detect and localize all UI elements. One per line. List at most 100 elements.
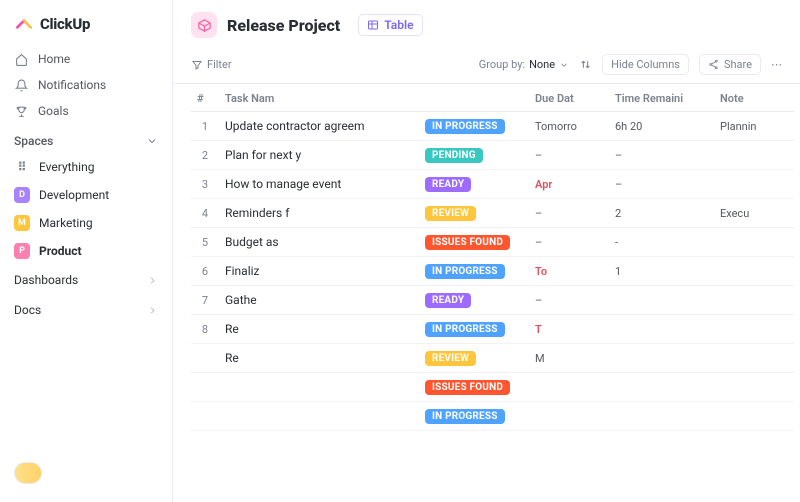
cell-notes[interactable] xyxy=(714,257,794,286)
hide-columns-button[interactable]: Hide Columns xyxy=(602,54,689,75)
cell-time-remaining[interactable] xyxy=(609,402,714,431)
tasks-table: # Task Nam Due Dat Time Remaini Note 1Up… xyxy=(191,84,794,431)
cell-task-name[interactable]: Plan for next y xyxy=(219,141,419,170)
cell-status[interactable]: ISSUES FOUND xyxy=(419,373,529,402)
cell-status[interactable]: ISSUES FOUND xyxy=(419,228,529,257)
brand-logo[interactable]: ClickUp xyxy=(0,8,172,46)
cell-notes[interactable] xyxy=(714,170,794,199)
cell-time-remaining[interactable] xyxy=(609,315,714,344)
cell-task-name[interactable] xyxy=(219,402,419,431)
table-row[interactable]: 4Reminders fREVIEW–2Execu xyxy=(191,199,794,228)
table-row[interactable]: 8ReIN PROGRESST xyxy=(191,315,794,344)
cell-task-name[interactable]: Reminders f xyxy=(219,199,419,228)
share-button[interactable]: Share xyxy=(699,54,761,75)
spaces-header[interactable]: Spaces xyxy=(0,124,172,153)
cell-task-name[interactable]: Re xyxy=(219,315,419,344)
cell-due-date[interactable]: M xyxy=(529,344,609,373)
cell-status[interactable]: IN PROGRESS xyxy=(419,257,529,286)
table-row[interactable]: ISSUES FOUND xyxy=(191,373,794,402)
cell-notes[interactable] xyxy=(714,402,794,431)
cell-notes[interactable] xyxy=(714,141,794,170)
cell-task-name[interactable]: Finaliz xyxy=(219,257,419,286)
sort-icon xyxy=(579,58,592,71)
nav-home[interactable]: Home xyxy=(0,46,172,72)
cell-status[interactable]: IN PROGRESS xyxy=(419,112,529,141)
table-row[interactable]: IN PROGRESS xyxy=(191,402,794,431)
cell-due-date[interactable]: – xyxy=(529,228,609,257)
cell-due-date[interactable]: T xyxy=(529,315,609,344)
nav-dashboards-label: Dashboards xyxy=(14,273,78,287)
avatar-stack[interactable] xyxy=(14,462,42,484)
cell-task-name[interactable]: How to manage event xyxy=(219,170,419,199)
nav-dashboards[interactable]: Dashboards xyxy=(0,265,172,295)
cell-due-date[interactable] xyxy=(529,373,609,402)
cell-time-remaining[interactable]: – xyxy=(609,141,714,170)
cell-due-date[interactable]: – xyxy=(529,286,609,315)
table-row[interactable]: 5Budget asISSUES FOUND–- xyxy=(191,228,794,257)
table-row[interactable]: ReREVIEWM xyxy=(191,344,794,373)
everything-icon: ⠿ xyxy=(14,159,30,175)
cell-time-remaining[interactable]: 6h 20 xyxy=(609,112,714,141)
cell-due-date[interactable] xyxy=(529,402,609,431)
sidebar-space-item[interactable]: PProduct xyxy=(0,237,172,265)
cell-index: 5 xyxy=(191,228,219,257)
cell-time-remaining[interactable]: – xyxy=(609,170,714,199)
cell-due-date[interactable]: – xyxy=(529,199,609,228)
filter-button[interactable]: Filter xyxy=(191,58,232,71)
cell-status[interactable]: REVIEW xyxy=(419,199,529,228)
view-table[interactable]: Table xyxy=(358,14,422,36)
cell-due-date[interactable]: – xyxy=(529,141,609,170)
cell-status[interactable]: IN PROGRESS xyxy=(419,402,529,431)
cell-notes[interactable]: Execu xyxy=(714,199,794,228)
col-notes[interactable]: Note xyxy=(714,84,794,112)
table-row[interactable]: 1Update contractor agreemIN PROGRESSTomo… xyxy=(191,112,794,141)
col-index[interactable]: # xyxy=(191,84,219,112)
chevron-right-icon xyxy=(147,275,158,286)
cell-time-remaining[interactable]: 2 xyxy=(609,199,714,228)
cell-due-date[interactable]: Apr xyxy=(529,170,609,199)
cell-notes[interactable]: Plannin xyxy=(714,112,794,141)
cell-status[interactable]: IN PROGRESS xyxy=(419,315,529,344)
more-button[interactable]: ⋯ xyxy=(771,58,782,71)
cell-notes[interactable] xyxy=(714,286,794,315)
cell-status[interactable]: READY xyxy=(419,286,529,315)
nav-goals[interactable]: Goals xyxy=(0,98,172,124)
cell-status[interactable]: PENDING xyxy=(419,141,529,170)
cell-task-name[interactable]: Budget as xyxy=(219,228,419,257)
cell-time-remaining[interactable]: - xyxy=(609,228,714,257)
nav-docs-label: Docs xyxy=(14,303,41,317)
col-task-name[interactable]: Task Nam xyxy=(219,84,419,112)
cell-time-remaining[interactable] xyxy=(609,286,714,315)
table-row[interactable]: 6FinalizIN PROGRESSTo1 xyxy=(191,257,794,286)
sidebar-space-item[interactable]: DDevelopment xyxy=(0,181,172,209)
cell-task-name[interactable]: Gathe xyxy=(219,286,419,315)
cell-task-name[interactable]: Update contractor agreem xyxy=(219,112,419,141)
cell-notes[interactable] xyxy=(714,315,794,344)
col-time-remaining[interactable]: Time Remaini xyxy=(609,84,714,112)
cell-time-remaining[interactable] xyxy=(609,344,714,373)
cell-status[interactable]: REVIEW xyxy=(419,344,529,373)
table-row[interactable]: 7GatheREADY– xyxy=(191,286,794,315)
sort-button[interactable] xyxy=(579,58,592,71)
cell-status[interactable]: READY xyxy=(419,170,529,199)
table-row[interactable]: 3How to manage eventREADYApr– xyxy=(191,170,794,199)
cell-due-date[interactable]: To xyxy=(529,257,609,286)
cell-time-remaining[interactable]: 1 xyxy=(609,257,714,286)
spaces-everything[interactable]: ⠿ Everything xyxy=(0,153,172,181)
col-status[interactable] xyxy=(419,84,529,112)
group-by[interactable]: Group by: None xyxy=(479,58,569,71)
table-row[interactable]: 2Plan for next yPENDING–– xyxy=(191,141,794,170)
cell-task-name[interactable] xyxy=(219,373,419,402)
cell-due-date[interactable]: Tomorro xyxy=(529,112,609,141)
cell-task-name[interactable]: Re xyxy=(219,344,419,373)
cell-notes[interactable] xyxy=(714,373,794,402)
nav-docs[interactable]: Docs xyxy=(0,295,172,325)
cell-notes[interactable] xyxy=(714,228,794,257)
cell-notes[interactable] xyxy=(714,344,794,373)
sidebar-space-item[interactable]: MMarketing xyxy=(0,209,172,237)
cell-index: 3 xyxy=(191,170,219,199)
project-icon[interactable] xyxy=(191,12,217,38)
nav-notifications[interactable]: Notifications xyxy=(0,72,172,98)
cell-time-remaining[interactable] xyxy=(609,373,714,402)
col-due-date[interactable]: Due Dat xyxy=(529,84,609,112)
